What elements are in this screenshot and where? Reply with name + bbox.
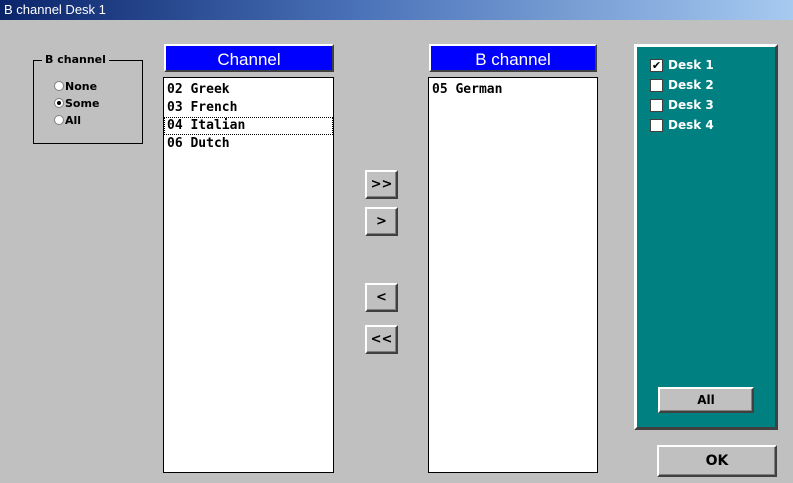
desk-3-box[interactable] xyxy=(650,98,663,112)
desk-panel: ✔ Desk 1 Desk 2 Desk 3 Desk 4 All xyxy=(634,44,778,430)
radio-some-circle[interactable] xyxy=(54,98,64,108)
channel-list-item[interactable]: 06 Dutch xyxy=(164,135,333,153)
radio-all[interactable]: All xyxy=(54,113,81,127)
desk-2-box[interactable] xyxy=(650,78,663,92)
window-title: B channel Desk 1 xyxy=(4,2,106,17)
radio-none-label: None xyxy=(65,79,98,93)
desk-1-checkbox[interactable]: ✔ Desk 1 xyxy=(650,57,714,73)
remove-button[interactable]: < xyxy=(365,283,398,312)
desk-1-label: Desk 1 xyxy=(668,58,714,72)
bchannel-list-header: B channel xyxy=(429,44,597,72)
checkmark-icon[interactable]: ✔ xyxy=(650,58,663,72)
channel-list-item[interactable]: 02 Greek xyxy=(164,81,333,99)
bchannel-listbox[interactable]: 05 German xyxy=(428,77,598,473)
desk-4-checkbox[interactable]: Desk 4 xyxy=(650,117,714,133)
radio-all-circle[interactable] xyxy=(54,115,64,125)
channel-listbox[interactable]: 02 Greek 03 French 04 Italian 06 Dutch xyxy=(163,77,334,473)
add-button[interactable]: > xyxy=(365,207,398,236)
desk-4-label: Desk 4 xyxy=(668,118,714,132)
desk-2-label: Desk 2 xyxy=(668,78,714,92)
desk-2-checkbox[interactable]: Desk 2 xyxy=(650,77,714,93)
ok-button[interactable]: OK xyxy=(657,445,777,477)
radio-some-label: Some xyxy=(65,96,100,110)
radio-all-label: All xyxy=(65,113,82,127)
radio-some[interactable]: Some xyxy=(54,96,99,110)
desk-3-label: Desk 3 xyxy=(668,98,714,112)
desk-3-checkbox[interactable]: Desk 3 xyxy=(650,97,714,113)
bchannel-group-box: B channel None Some All xyxy=(33,53,143,144)
radio-none-circle[interactable] xyxy=(54,81,64,91)
remove-all-button[interactable]: << xyxy=(365,325,398,354)
window-title-bar[interactable]: B channel Desk 1 xyxy=(0,0,793,20)
bchannel-list-item[interactable]: 05 German xyxy=(429,81,597,99)
all-desks-button[interactable]: All xyxy=(658,387,754,413)
channel-list-header: Channel xyxy=(164,44,334,72)
desk-4-box[interactable] xyxy=(650,118,663,132)
radio-none[interactable]: None xyxy=(54,79,97,93)
channel-list-item[interactable]: 03 French xyxy=(164,99,333,117)
channel-list-item[interactable]: 04 Italian xyxy=(164,117,333,135)
bchannel-group-label: B channel xyxy=(42,53,109,66)
add-all-button[interactable]: >> xyxy=(365,170,398,199)
